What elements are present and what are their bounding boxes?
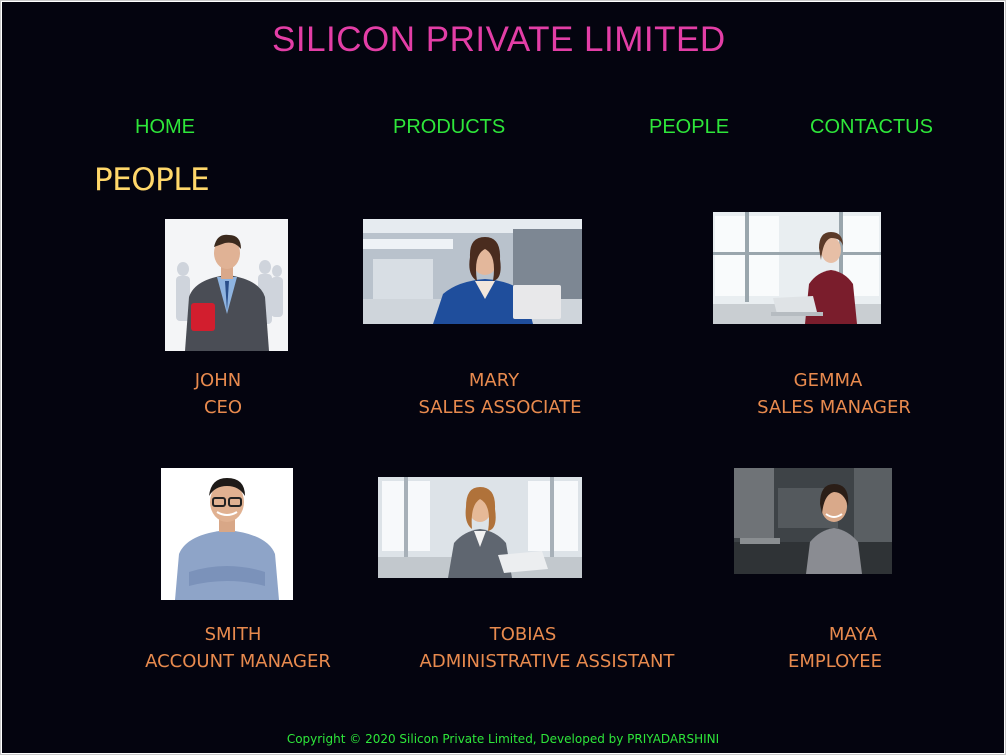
browser-frame: SILICON PRIVATE LIMITED HOME PRODUCTS PE… bbox=[0, 0, 1006, 755]
page: SILICON PRIVATE LIMITED HOME PRODUCTS PE… bbox=[2, 2, 1004, 753]
person-name: SMITH bbox=[204, 624, 262, 645]
person-card-tobias: TOBIAS ADMINISTRATIVE ASSISTANT bbox=[412, 621, 682, 675]
person-card-maya: MAYA EMPLOYEE bbox=[775, 621, 895, 675]
person-card-smith: SMITH ACCOUNT MANAGER bbox=[133, 621, 343, 675]
person-photo-mary bbox=[363, 219, 582, 324]
person-photo-tobias bbox=[378, 477, 582, 578]
nav-people-link[interactable]: PEOPLE bbox=[649, 116, 729, 139]
person-photo-smith bbox=[161, 468, 293, 600]
person-role: ADMINISTRATIVE ASSISTANT bbox=[419, 651, 675, 672]
person-name: MARY bbox=[468, 370, 520, 391]
person-card-gemma: GEMMA SALES MANAGER bbox=[744, 367, 924, 421]
person-card-mary: MARY SALES ASSOCIATE bbox=[410, 367, 590, 421]
nav-home-link[interactable]: HOME bbox=[135, 116, 195, 139]
person-name: MAYA bbox=[828, 624, 878, 645]
person-name: TOBIAS bbox=[489, 624, 557, 645]
site-title: SILICON PRIVATE LIMITED bbox=[272, 20, 726, 59]
person-name: GEMMA bbox=[793, 370, 863, 391]
person-role: SALES MANAGER bbox=[757, 397, 911, 418]
person-role: EMPLOYEE bbox=[787, 651, 883, 672]
person-role: SALES ASSOCIATE bbox=[418, 397, 582, 418]
person-role: ACCOUNT MANAGER bbox=[145, 651, 331, 672]
page-heading: PEOPLE bbox=[94, 162, 210, 198]
nav-products-link[interactable]: PRODUCTS bbox=[393, 116, 505, 139]
person-role: CEO bbox=[203, 397, 243, 418]
footer-copyright: Copyright © 2020 Silicon Private Limited… bbox=[286, 732, 720, 746]
person-photo-gemma bbox=[713, 212, 881, 324]
person-photo-maya bbox=[734, 468, 892, 574]
nav-contactus-link[interactable]: CONTACTUS bbox=[810, 116, 933, 139]
person-card-john: JOHN CEO bbox=[168, 367, 278, 421]
person-name: JOHN bbox=[194, 370, 242, 391]
person-photo-john bbox=[165, 219, 288, 351]
